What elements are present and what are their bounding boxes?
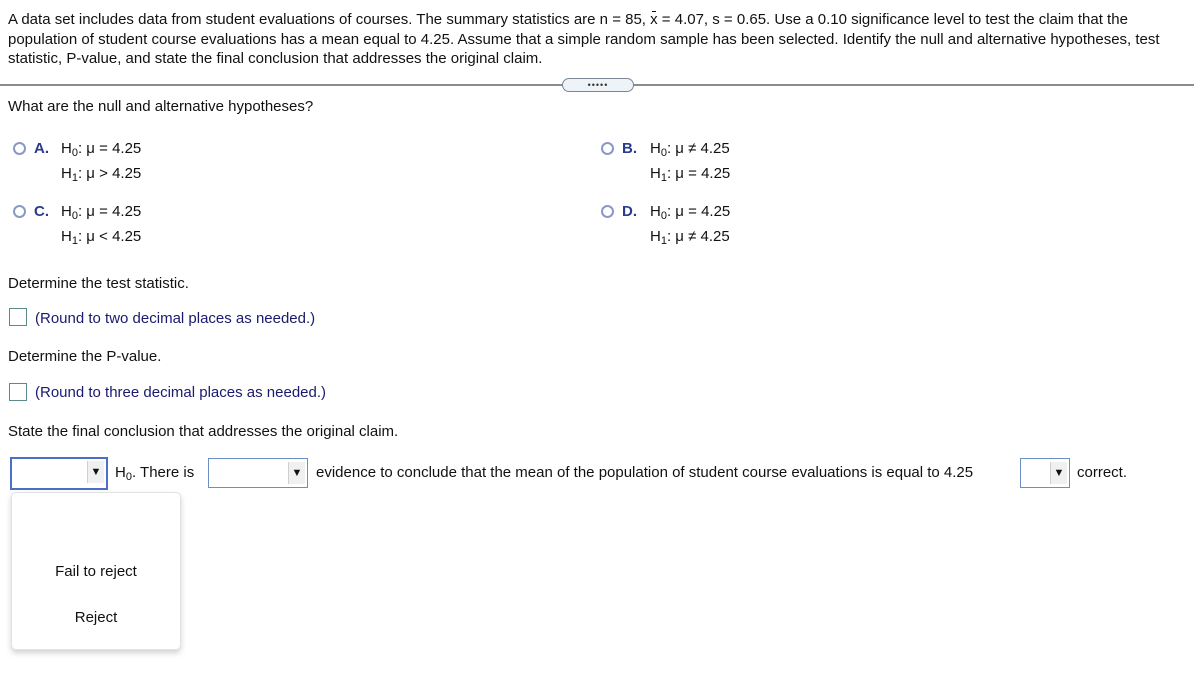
null-hypothesis: H0: μ = 4.25 xyxy=(61,203,142,222)
option-letter: A. xyxy=(34,140,49,157)
option-letter: D. xyxy=(622,203,637,220)
radio-option-a[interactable] xyxy=(13,142,26,155)
conclusion-question: State the final conclusion that addresse… xyxy=(8,423,399,440)
null-hypothesis: H0: μ ≠ 4.25 xyxy=(650,140,730,159)
h0-text: H0. There is xyxy=(115,464,195,483)
reject-decision-select[interactable]: ▼ xyxy=(10,457,108,490)
hypotheses-question: What are the null and alternative hypoth… xyxy=(8,98,314,115)
radio-option-d[interactable] xyxy=(601,205,614,218)
problem-statement: A data set includes data from student ev… xyxy=(8,10,1193,69)
x-bar-symbol: x xyxy=(650,10,658,28)
dropdown-option-fail-to-reject[interactable]: Fail to reject xyxy=(12,563,180,580)
dropdown-arrow-icon[interactable]: ▼ xyxy=(87,461,104,483)
test-statistic-question: Determine the test statistic. xyxy=(8,275,189,292)
alternative-hypothesis: H1: μ > 4.25 xyxy=(61,165,142,184)
option-letter: B. xyxy=(622,140,637,157)
null-hypothesis: H0: μ = 4.25 xyxy=(650,203,731,222)
evidence-select[interactable]: ▼ xyxy=(208,458,308,488)
p-value-hint: (Round to three decimal places as needed… xyxy=(35,384,327,401)
alternative-hypothesis: H1: μ < 4.25 xyxy=(61,228,142,247)
reject-decision-dropdown-menu: Fail to reject Reject xyxy=(11,492,181,650)
conclusion-end-text: correct. xyxy=(1077,464,1128,481)
dropdown-option-reject[interactable]: Reject xyxy=(12,609,180,626)
radio-option-c[interactable] xyxy=(13,205,26,218)
dropdown-arrow-icon[interactable]: ▼ xyxy=(288,462,305,484)
problem-text-part1: A data set includes data from student ev… xyxy=(8,11,651,28)
expand-button[interactable]: ••••• xyxy=(562,78,634,92)
claim-correctness-select[interactable]: ▼ xyxy=(1020,458,1070,488)
test-statistic-input[interactable] xyxy=(9,308,27,326)
option-letter: C. xyxy=(34,203,49,220)
alternative-hypothesis: H1: μ = 4.25 xyxy=(650,165,731,184)
p-value-input[interactable] xyxy=(9,383,27,401)
radio-option-b[interactable] xyxy=(601,142,614,155)
alternative-hypothesis: H1: μ ≠ 4.25 xyxy=(650,228,730,247)
conclusion-middle-text: evidence to conclude that the mean of th… xyxy=(316,464,974,481)
p-value-question: Determine the P-value. xyxy=(8,348,162,365)
test-statistic-hint: (Round to two decimal places as needed.) xyxy=(35,310,316,327)
null-hypothesis: H0: μ = 4.25 xyxy=(61,140,142,159)
dropdown-arrow-icon[interactable]: ▼ xyxy=(1050,462,1067,484)
